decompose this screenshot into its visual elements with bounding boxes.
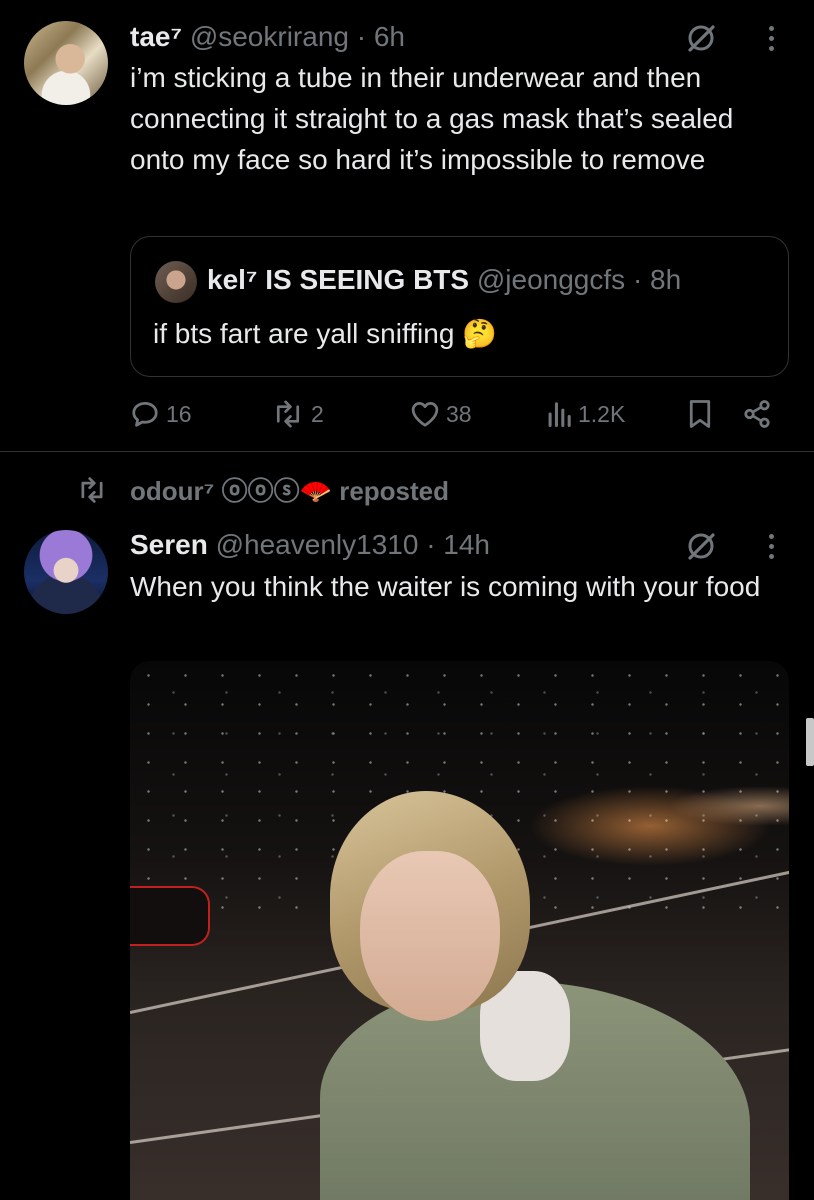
repost-label: reposted xyxy=(339,476,450,506)
quote-text: if bts fart are yall sniffing xyxy=(153,318,455,349)
share-button[interactable] xyxy=(742,397,772,431)
tweet1-header: tae⁷ @seokrirang · 6h xyxy=(130,20,405,54)
tweet2-handle[interactable]: @heavenly1310 xyxy=(216,529,419,560)
more-icon[interactable] xyxy=(767,26,775,52)
tweet-divider xyxy=(0,451,814,452)
grok-icon[interactable] xyxy=(686,531,716,561)
views-button[interactable]: 1.2K xyxy=(546,397,625,431)
tweet2-text: When you think the waiter is coming with… xyxy=(130,571,761,602)
bookmark-icon xyxy=(689,400,711,428)
avatar-tae[interactable] xyxy=(24,21,108,105)
reply-button[interactable]: 16 xyxy=(130,397,192,431)
reposter-name: odour⁷ ⓞⓞⓢ🪭 xyxy=(130,476,332,506)
thinking-face-emoji: 🤔 xyxy=(462,318,498,349)
avatar-seren[interactable] xyxy=(24,530,108,614)
tweet2-display-name[interactable]: Seren xyxy=(130,529,208,560)
media-person xyxy=(320,791,760,1200)
tweet2-time[interactable]: · 14h xyxy=(426,529,490,560)
media-face xyxy=(360,851,500,1021)
quote-handle: @jeonggcfs xyxy=(476,264,626,295)
tweet1-handle[interactable]: @seokrirang xyxy=(190,21,349,52)
like-count: 38 xyxy=(446,400,472,427)
views-icon xyxy=(548,402,571,427)
repost-button[interactable]: 2 xyxy=(271,397,324,431)
repost-banner-icon xyxy=(81,477,103,503)
bookmark-button[interactable] xyxy=(688,397,712,431)
tweet2-video-media[interactable] xyxy=(130,661,789,1200)
tweet2-header: Seren @heavenly1310 · 14h xyxy=(130,528,490,562)
quote-tweet-card[interactable]: kel⁷ IS SEEING BTS @jeonggcfs · 8h if bt… xyxy=(130,236,789,377)
tweet1-text: i’m sticking a tube in their underwear a… xyxy=(130,62,734,175)
like-button[interactable]: 38 xyxy=(410,397,472,431)
scrollbar-thumb[interactable] xyxy=(806,718,814,766)
media-sign xyxy=(130,886,210,946)
grok-icon[interactable] xyxy=(686,23,716,53)
share-icon xyxy=(744,400,770,428)
tweet1-display-name[interactable]: tae⁷ xyxy=(130,21,182,52)
quote-display-name: kel⁷ IS SEEING BTS xyxy=(207,264,470,295)
repost-icon xyxy=(276,400,300,428)
quote-header: kel⁷ IS SEEING BTS @jeonggcfs · 8h xyxy=(207,263,681,297)
tweet1-time[interactable]: · 6h xyxy=(357,21,405,52)
views-count: 1.2K xyxy=(578,400,626,427)
reply-icon xyxy=(132,402,158,427)
repost-banner[interactable]: odour⁷ ⓞⓞⓢ🪭 reposted xyxy=(130,474,449,508)
quote-avatar xyxy=(155,261,197,303)
reply-count: 16 xyxy=(166,400,192,427)
quote-body: if bts fart are yall sniffing 🤔 xyxy=(153,317,497,351)
repost-count: 2 xyxy=(311,400,324,427)
like-icon xyxy=(411,402,439,427)
quote-time: · 8h xyxy=(632,264,682,295)
more-icon[interactable] xyxy=(767,534,775,560)
